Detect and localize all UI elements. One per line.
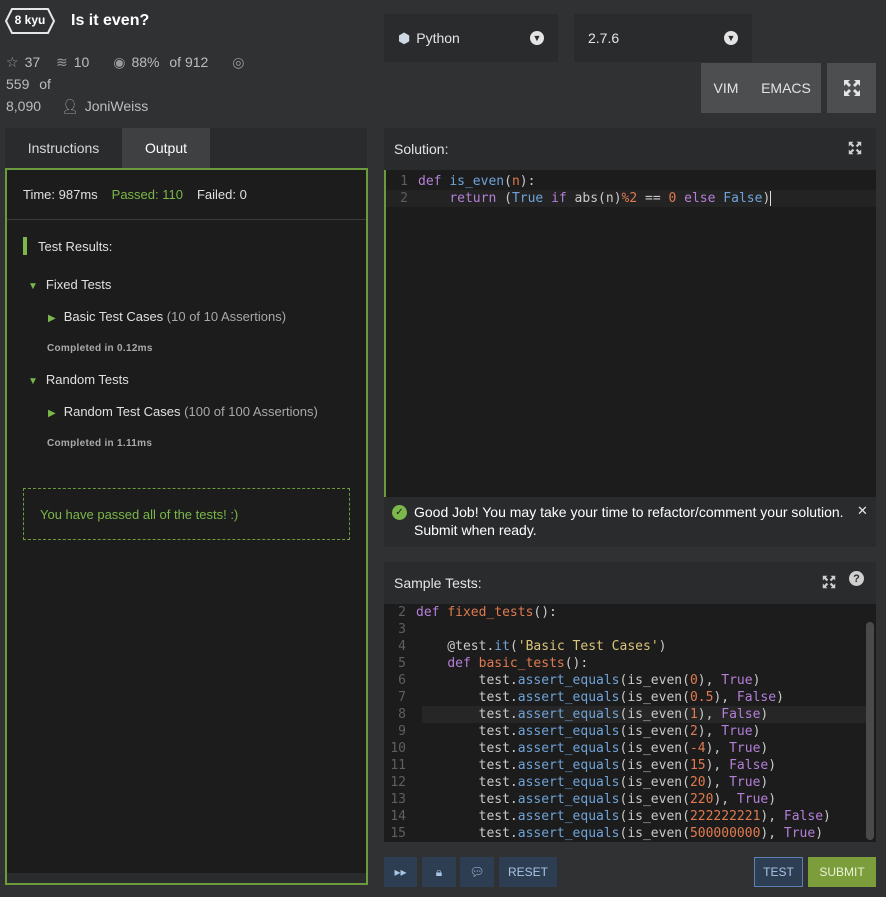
passed-text: Passed: 110 [111, 187, 183, 202]
lock-button[interactable]: 🔒︎ [422, 857, 456, 887]
eye-icon: ◉ [113, 54, 126, 70]
triangle-down-icon: ▼ [28, 281, 38, 292]
tab-instructions[interactable]: Instructions [5, 128, 122, 168]
satisfaction-stat: ◉ 88% of 912 [113, 54, 214, 70]
lock-icon: 🔒︎ [435, 864, 443, 879]
user-icon: 👤︎ [60, 98, 79, 114]
help-icon[interactable]: ? [849, 571, 864, 586]
version-value: 2.7.6 [588, 30, 620, 46]
stars-stat[interactable]: ☆ 37 [6, 54, 46, 70]
emacs-button[interactable]: EMACS [751, 63, 821, 113]
case-random-tests[interactable]: ▶ Random Test Cases (100 of 100 Assertion… [48, 404, 318, 419]
sample-tests-header: Sample Tests: ? [384, 562, 876, 604]
failed-text: Failed: 0 [196, 187, 247, 202]
sample-tests-code[interactable]: 2 def fixed_tests(): 3 4 @test.it('Basic … [384, 604, 831, 842]
check-icon: ✓ [392, 505, 407, 520]
fast-forward-button[interactable]: ▸▸ [384, 857, 417, 887]
sample-tests-editor[interactable]: 2 def fixed_tests(): 3 4 @test.it('Basic … [384, 604, 876, 842]
comments-button[interactable]: 💬︎ [460, 857, 494, 887]
vim-button[interactable]: VIM [701, 63, 751, 113]
horizontal-scrollbar[interactable] [7, 873, 366, 883]
solution-editor[interactable]: 1 def is_even(n): 2 return (True if abs(n… [384, 170, 876, 497]
chevron-down-icon: ▼ [724, 31, 738, 45]
solution-title: Solution: [394, 141, 449, 157]
fullscreen-button[interactable] [827, 63, 876, 113]
triangle-right-icon: ▶ [48, 313, 56, 324]
triangle-right-icon: ▶ [48, 408, 56, 419]
completed-time: Completed in 1.11ms [47, 438, 153, 449]
star-icon: ☆ [6, 54, 19, 70]
vertical-scrollbar[interactable] [866, 622, 874, 840]
success-message: Good Job! You may take your time to refa… [384, 497, 876, 547]
group-fixed-tests[interactable]: ▼ Fixed Tests [28, 277, 111, 292]
chat-icon: 💬︎ [469, 865, 485, 879]
submit-button[interactable]: SUBMIT [808, 857, 876, 887]
kata-title[interactable]: Is it even? [71, 12, 149, 30]
tab-output[interactable]: Output [122, 128, 210, 168]
expand-icon[interactable] [822, 575, 836, 589]
python-icon: ⬢ [398, 29, 411, 46]
language-value: Python [416, 30, 460, 46]
kyu-badge: 8 kyu [4, 7, 56, 35]
triangle-down-icon: ▼ [28, 376, 38, 387]
test-button[interactable]: TEST [754, 857, 803, 887]
layers-icon: ≋ [56, 54, 68, 70]
language-select[interactable]: ⬢ Python ▼ [384, 14, 558, 62]
solution-code[interactable]: 1 def is_even(n): 2 return (True if abs(n… [386, 173, 772, 207]
test-summary: Time: 987ms Passed: 110 Failed: 0 [7, 170, 366, 220]
solution-header: Solution: [384, 128, 876, 170]
results-marker [23, 237, 27, 255]
sample-tests-title: Sample Tests: [394, 575, 482, 591]
chevron-down-icon: ▼ [530, 31, 544, 45]
target-icon: ◎ [232, 54, 245, 70]
reset-button[interactable]: RESET [499, 857, 557, 887]
time-text: Time: 987ms [23, 187, 98, 202]
close-icon[interactable]: ✕ [857, 503, 868, 519]
author-link[interactable]: 👤︎ JoniWeiss [61, 98, 154, 114]
expand-icon [843, 80, 860, 96]
results-title: Test Results: [38, 239, 113, 254]
case-basic-tests[interactable]: ▶ Basic Test Cases (10 of 10 Assertions) [48, 309, 286, 324]
kyu-label: 8 kyu [14, 13, 46, 27]
completed-total: 8,090 [6, 98, 42, 114]
completed-time: Completed in 0.12ms [47, 343, 153, 354]
version-select[interactable]: 2.7.6 ▼ [574, 14, 752, 62]
pass-message: You have passed all of the tests! :) [23, 488, 350, 540]
group-random-tests[interactable]: ▼ Random Tests [28, 372, 129, 387]
fast-forward-icon: ▸▸ [394, 865, 407, 879]
expand-icon[interactable] [848, 141, 862, 155]
kata-stats: ☆ 37 ≋ 10 ◉ 88% of 912 ◎559 of 8,090 👤︎ Joni… [6, 51, 266, 117]
collections-stat[interactable]: ≋ 10 [56, 54, 95, 70]
